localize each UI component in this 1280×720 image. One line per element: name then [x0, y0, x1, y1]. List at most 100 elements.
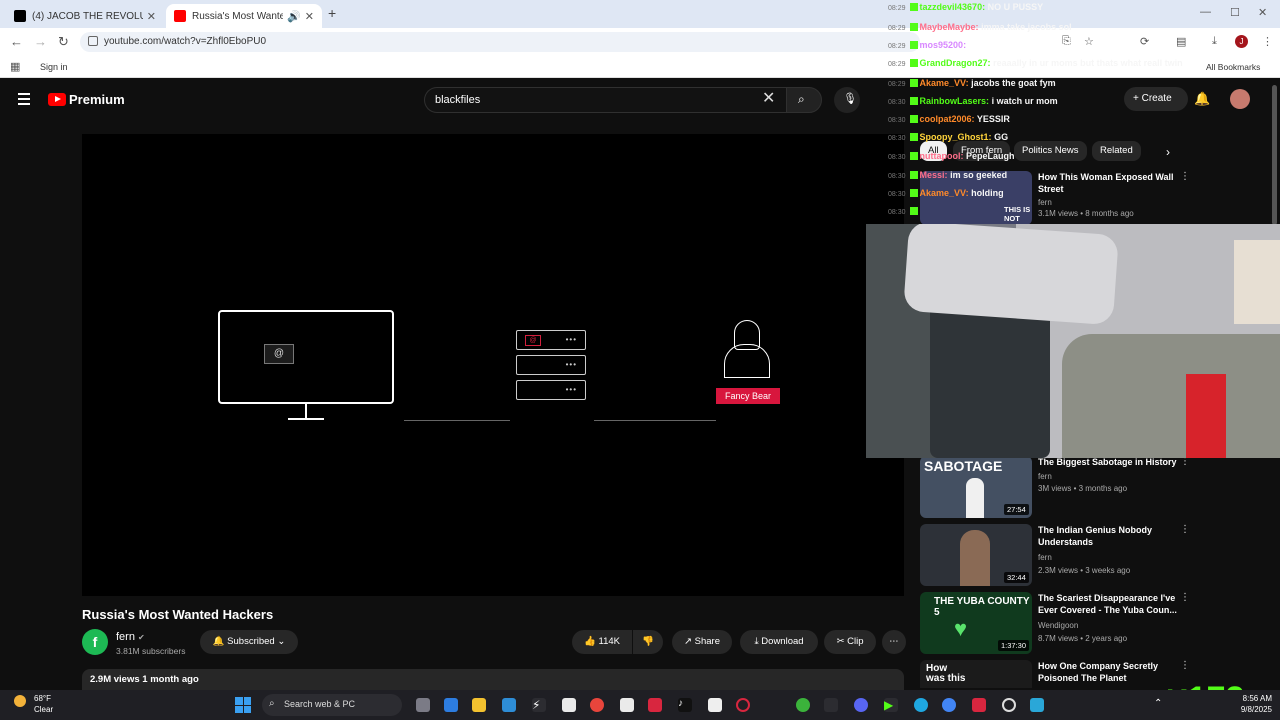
server-unit: •••	[516, 380, 586, 400]
chat-time: 08:29	[888, 5, 906, 12]
thumbnail-text: How was this	[926, 663, 966, 684]
more-actions-button[interactable]: ⋯	[882, 630, 906, 654]
chat-badge-icon	[909, 23, 918, 31]
clock-time: 8:56 AM	[1242, 694, 1272, 703]
list-item[interactable]: THE YUBA COUNTY 5 ♥ 1:37:30 The Scariest…	[920, 592, 1190, 654]
close-window-icon[interactable]: ✕	[1258, 6, 1267, 19]
site-info-icon[interactable]	[88, 36, 98, 46]
stocks-icon[interactable]	[824, 698, 838, 712]
capcut-icon[interactable]	[708, 698, 722, 712]
task-view-icon[interactable]	[416, 698, 430, 712]
speaker-icon[interactable]: 🔊	[287, 10, 301, 23]
search-button[interactable]: ⌕	[786, 87, 822, 113]
download-label: Download	[761, 636, 804, 647]
profile-avatar[interactable]: J	[1235, 35, 1248, 48]
tiktok-icon[interactable]: ♪	[678, 698, 692, 712]
chat-message: 08:30 nuttapool: PepeLaugh	[888, 151, 1015, 161]
reload-icon[interactable]: ↻	[58, 34, 69, 50]
channel-name-text: fern	[116, 631, 135, 643]
chat-badge-icon	[909, 152, 918, 160]
chrome-icon[interactable]	[590, 698, 604, 712]
like-button[interactable]: 👍 114K	[572, 630, 632, 654]
chat-message: 08:29 MaybeMaybe: imma take jacobs sol	[888, 22, 1072, 32]
apps-grid-icon[interactable]: ▦	[10, 60, 20, 73]
scissors-icon: ✂	[836, 636, 845, 647]
connection-line	[404, 420, 510, 421]
clip-button[interactable]: ✂ Clip	[824, 630, 876, 654]
video-thumbnail: How was this	[920, 660, 1032, 688]
chat-text: im so geeked	[950, 170, 1008, 180]
chat-text: imma take jacobs sol	[981, 22, 1072, 32]
back-icon[interactable]: ←	[10, 34, 23, 49]
obs-icon[interactable]	[1002, 698, 1016, 712]
edge-icon[interactable]	[914, 698, 928, 712]
stream-chat-overlay: 08:29 tazzdevil43670: NO U PUSSY 08:29 May…	[888, 2, 1218, 222]
chat-username: GrandDragon27:	[919, 58, 991, 68]
search-input[interactable]: blackfiles	[424, 87, 786, 113]
server-unit: @ •••	[516, 330, 586, 350]
file-explorer-icon[interactable]	[472, 698, 486, 712]
channel-name[interactable]: fern ✔	[116, 631, 145, 643]
dislike-button[interactable]: 👎	[633, 630, 663, 654]
list-item[interactable]: SABOTAGE 27:54 The Biggest Sabotage in H…	[920, 456, 1190, 518]
store-icon[interactable]	[502, 698, 516, 712]
server-led-icon: •••	[565, 335, 577, 344]
server-led-icon: •••	[565, 360, 577, 369]
more-dots-icon[interactable]: ⋮	[1180, 524, 1190, 535]
copilot-icon[interactable]	[444, 698, 458, 712]
close-tab-icon[interactable]: ✕	[147, 10, 156, 23]
weather-sun-icon[interactable]	[14, 695, 26, 707]
tab-x-post[interactable]: (4) JACOB THE REVOLUTIONAR ✕	[6, 4, 164, 28]
menu-dots-icon[interactable]: ⋮	[1262, 35, 1273, 48]
voice-search-button[interactable]: 🎙	[834, 87, 860, 113]
download-button[interactable]: ⤓ Download	[740, 630, 818, 654]
menu-hamburger-icon[interactable]	[18, 93, 30, 108]
more-dots-icon[interactable]: ⋮	[1180, 660, 1190, 671]
chat-time: 08:30	[888, 154, 906, 161]
tab-youtube-video[interactable]: Russia's Most Wanted Hac 🔊 ✕	[166, 4, 322, 28]
youtube-logo-icon[interactable]	[48, 93, 66, 106]
windows-start-icon[interactable]	[235, 697, 251, 713]
subscriber-count: 3.81M subscribers	[116, 646, 186, 656]
opera-icon[interactable]	[736, 698, 750, 712]
forward-icon[interactable]: →	[34, 34, 47, 49]
chat-badge-icon	[909, 207, 918, 215]
share-button[interactable]: ↗ Share	[672, 630, 732, 654]
new-tab-icon[interactable]: +	[328, 5, 336, 21]
sign-in-bookmark[interactable]: Sign in	[40, 62, 68, 72]
chat-username: mos95200:	[919, 40, 967, 50]
user-avatar[interactable]	[1230, 89, 1250, 109]
notepad-icon[interactable]	[1030, 698, 1044, 712]
video-player[interactable]: @ @ ••• ••• ••• Fancy Bear	[82, 134, 904, 596]
share-icon: ↗	[684, 636, 692, 647]
url-field[interactable]: youtube.com/watch?v=Zhfl0EboPU0	[80, 32, 920, 52]
clear-search-icon[interactable]: ✕	[762, 88, 775, 108]
chat-message: 08:29 GrandDragon27: reaaally in ur moms …	[888, 58, 1183, 68]
shield-app-icon[interactable]	[648, 698, 662, 712]
close-tab-icon[interactable]: ✕	[305, 10, 314, 23]
maximize-icon[interactable]: ☐	[1230, 6, 1240, 19]
clip-label: Clip	[847, 636, 864, 647]
lightning-app-icon[interactable]: ⚡	[532, 698, 546, 712]
list-item[interactable]: How was this How One Company Secretly Po…	[920, 660, 1190, 688]
subscribed-button[interactable]: 🔔 Subscribed ⌄	[200, 630, 298, 654]
file-icon[interactable]	[620, 698, 634, 712]
youtube-brand[interactable]: Premium	[69, 92, 125, 107]
system-clock[interactable]: 8:56 AM 9/8/2025	[1232, 693, 1272, 715]
channel-avatar[interactable]: f	[82, 629, 108, 655]
weather-condition[interactable]: Clear	[34, 705, 53, 714]
tray-chevron-icon[interactable]: ⌃	[1154, 698, 1168, 712]
discord-icon[interactable]	[854, 698, 868, 712]
xbox-icon[interactable]	[796, 698, 810, 712]
recorder-icon[interactable]	[972, 698, 986, 712]
weather-temp[interactable]: 68°F	[34, 694, 51, 703]
chrome-alt-icon[interactable]	[942, 698, 956, 712]
chat-badge-icon	[909, 171, 918, 179]
taskbar-search[interactable]: ⌕ Search web & PC	[262, 694, 402, 716]
scrollbar-thumb[interactable]	[1272, 85, 1277, 225]
views-and-date: 2.9M views 1 month ago	[90, 674, 199, 685]
list-item[interactable]: 32:44 The Indian Genius Nobody Understan…	[920, 524, 1190, 586]
more-dots-icon[interactable]: ⋮	[1180, 592, 1190, 603]
play-icon[interactable]: ▶	[884, 698, 898, 712]
document-icon[interactable]	[562, 698, 576, 712]
